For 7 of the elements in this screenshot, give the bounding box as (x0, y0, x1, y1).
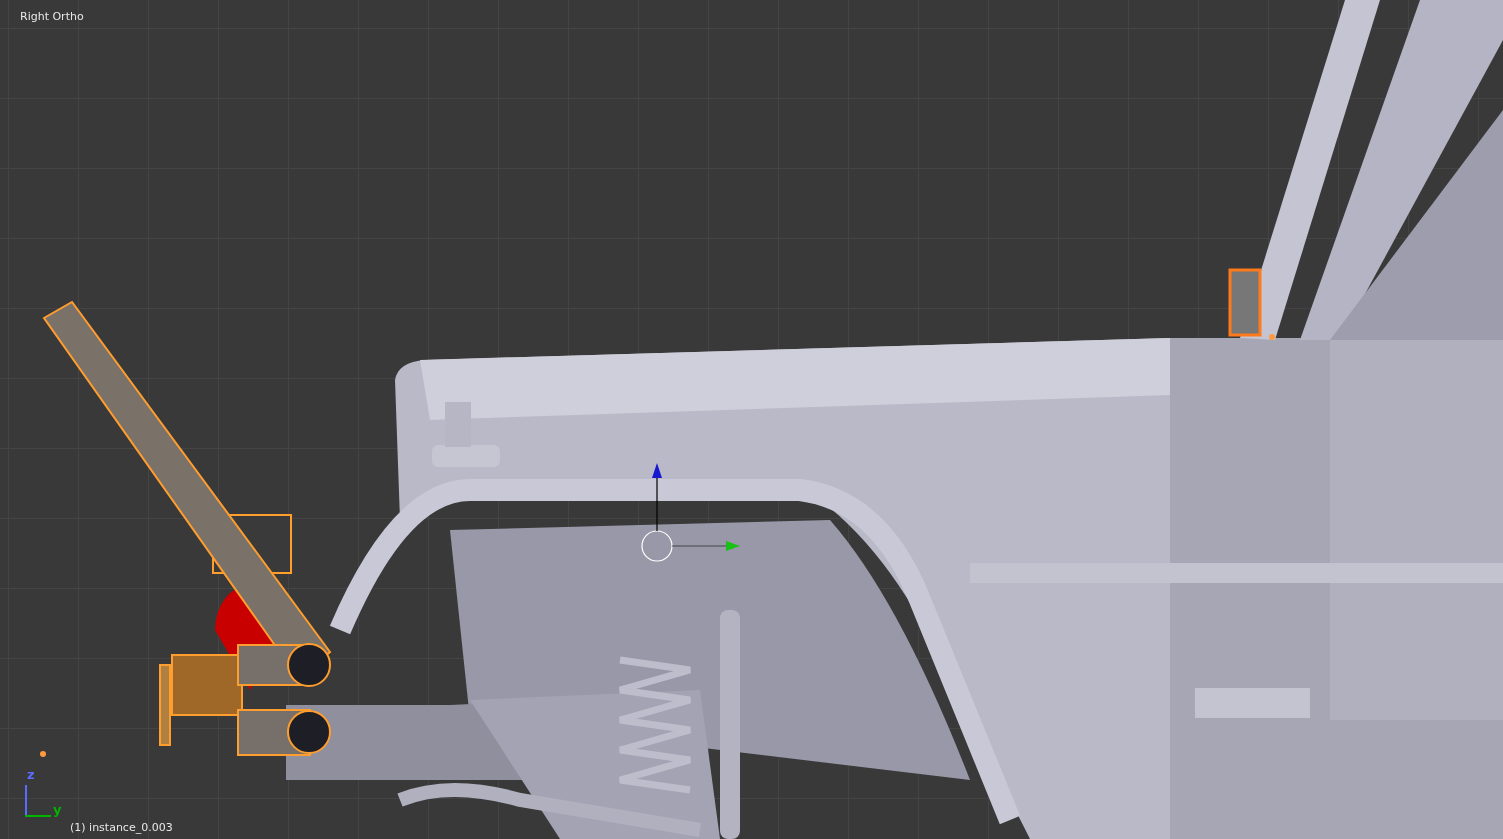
axis-label: y (53, 803, 62, 817)
object-label: (1) instance_0.003 (70, 821, 173, 834)
origin-dot-icon (40, 751, 46, 757)
view-name: Right Ortho (20, 10, 84, 23)
transform-gizmo-icon[interactable] (641, 463, 740, 562)
axis-icon (25, 785, 51, 817)
axis-label: z (27, 768, 35, 782)
